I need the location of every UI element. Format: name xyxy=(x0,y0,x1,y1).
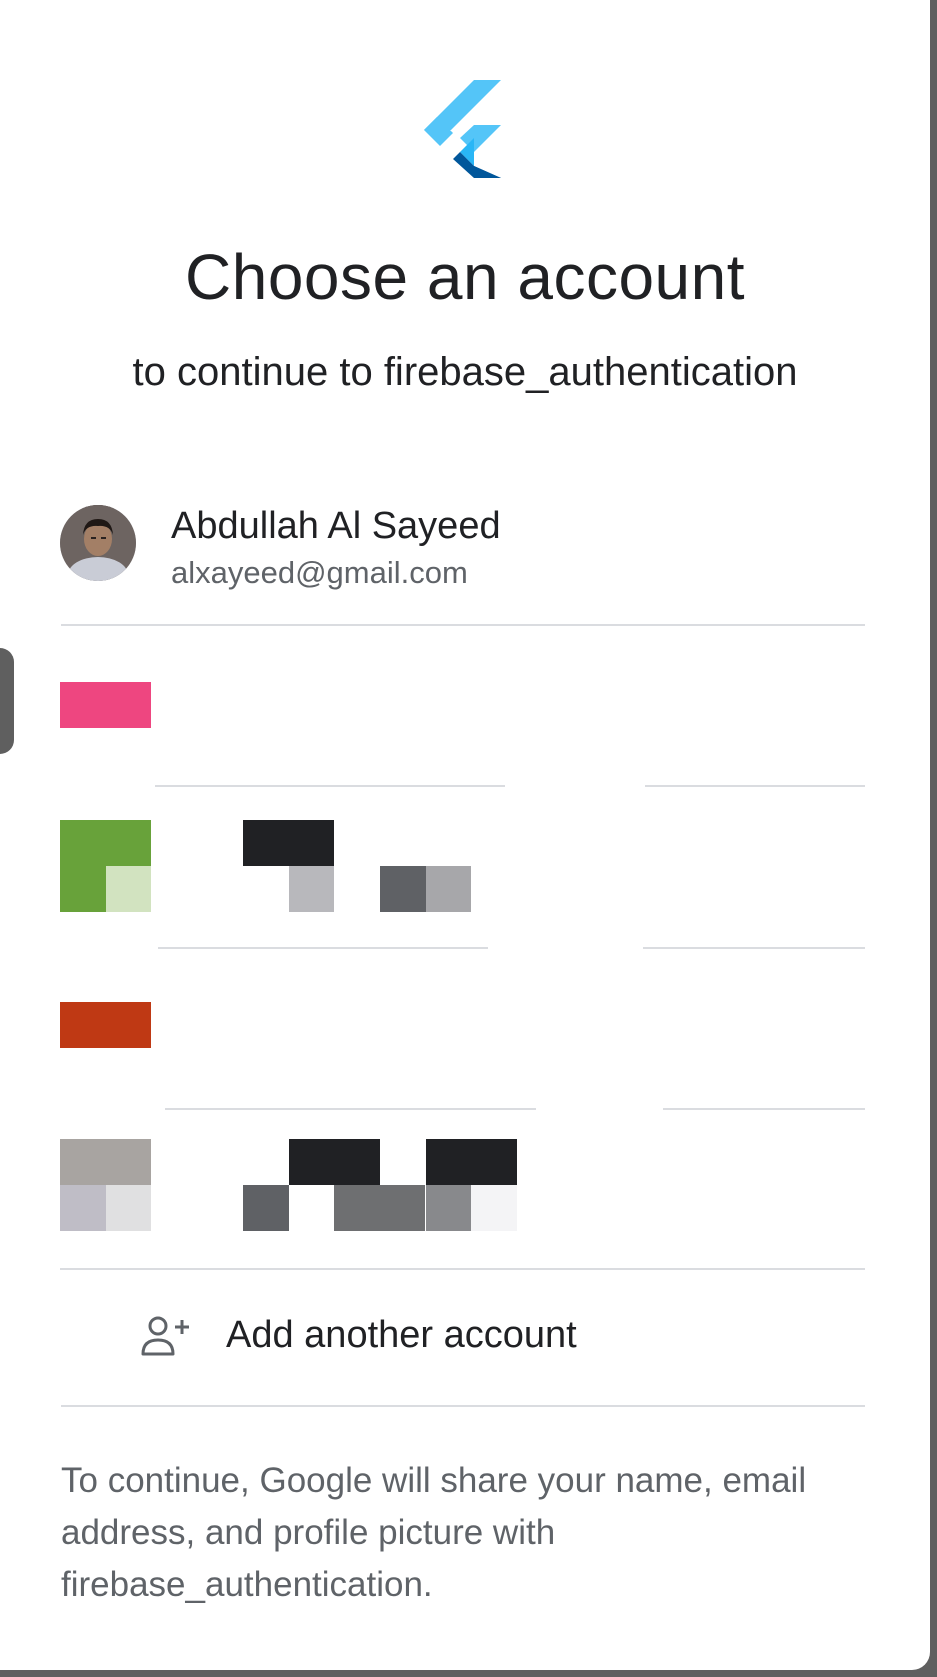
redacted-block xyxy=(380,866,426,912)
page-subtitle: to continue to firebase_authentication xyxy=(132,350,798,394)
divider xyxy=(165,1108,536,1110)
add-account-button[interactable]: Add another account xyxy=(60,1272,865,1402)
divider xyxy=(643,947,865,949)
add-account-label: Add another account xyxy=(226,1314,577,1356)
redacted-account-row[interactable] xyxy=(60,682,865,728)
page-title: Choose an account xyxy=(185,241,745,313)
redacted-block xyxy=(106,1185,151,1231)
divider xyxy=(61,624,865,626)
redacted-block xyxy=(60,1185,106,1231)
edge-handle[interactable] xyxy=(0,648,14,754)
account-row[interactable]: Abdullah Al Sayeed alxayeed@gmail.com xyxy=(60,505,865,625)
redacted-block xyxy=(106,866,151,912)
redacted-block xyxy=(334,1185,425,1231)
redacted-account-row[interactable] xyxy=(60,1139,865,1231)
redacted-block xyxy=(289,866,334,912)
divider xyxy=(645,785,865,787)
divider xyxy=(158,947,488,949)
person-add-icon xyxy=(141,1316,189,1356)
redacted-avatar xyxy=(60,682,151,728)
divider xyxy=(61,1405,865,1407)
account-email: alxayeed@gmail.com xyxy=(171,555,468,590)
divider xyxy=(60,1268,865,1270)
redacted-block xyxy=(426,1139,517,1185)
redacted-avatar xyxy=(60,1139,151,1185)
account-name: Abdullah Al Sayeed xyxy=(171,505,501,547)
redacted-account-row[interactable] xyxy=(60,820,865,912)
account-chooser-card: Choose an account to continue to firebas… xyxy=(0,0,930,1670)
redacted-account-row[interactable] xyxy=(60,1002,865,1048)
divider xyxy=(663,1108,865,1110)
redacted-block xyxy=(243,1185,289,1231)
redacted-block xyxy=(243,820,334,866)
redacted-block xyxy=(471,1185,517,1231)
divider xyxy=(155,785,505,787)
redacted-block xyxy=(426,1185,471,1231)
flutter-logo-icon xyxy=(424,80,501,178)
consent-text: To continue, Google will share your name… xyxy=(61,1461,807,1604)
redacted-avatar xyxy=(60,1002,151,1048)
avatar xyxy=(60,505,136,581)
redacted-block xyxy=(426,866,471,912)
redacted-block xyxy=(289,1139,380,1185)
